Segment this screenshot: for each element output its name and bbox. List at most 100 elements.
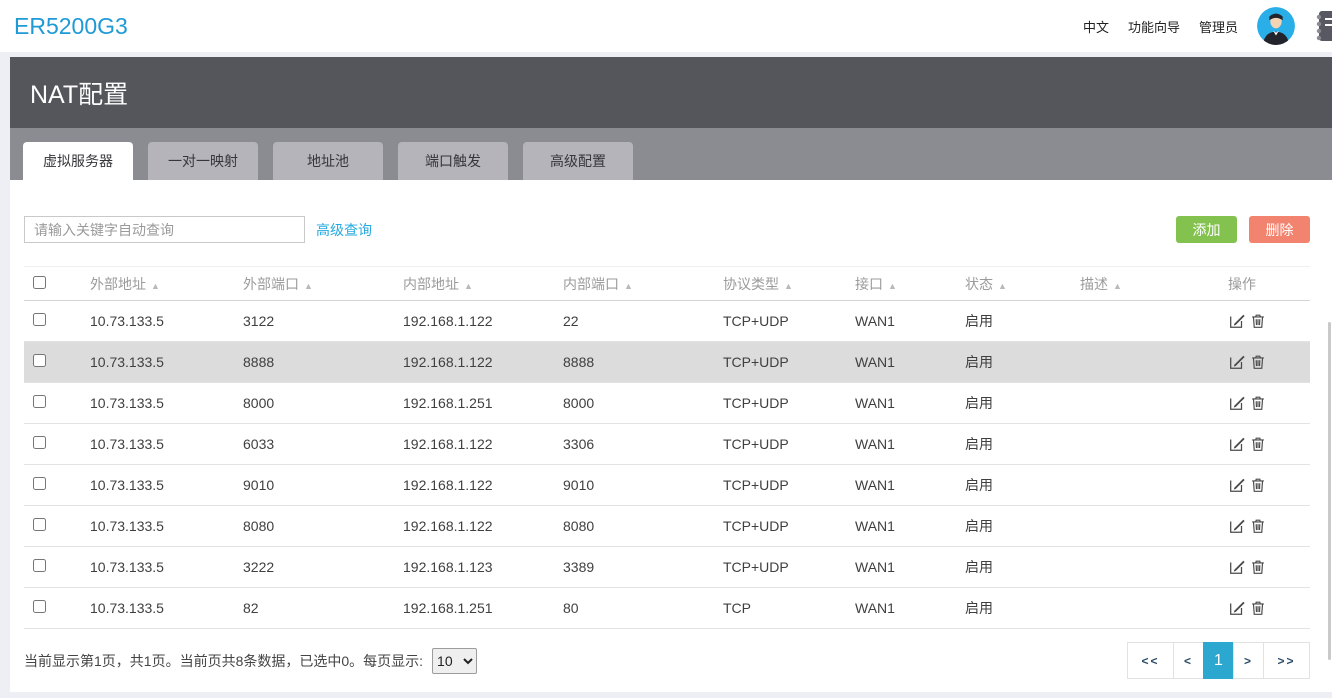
user-avatar-icon[interactable]	[1257, 7, 1295, 45]
trash-icon[interactable]	[1249, 599, 1267, 617]
table-row: 10.73.133.5 8000 192.168.1.251 8000 TCP+UDP W…	[24, 382, 1310, 424]
table-row: 10.73.133.5 82 192.168.1.251 80 TCP WAN1 启用	[24, 587, 1310, 629]
scrollbar[interactable]	[1328, 322, 1331, 660]
search-input[interactable]	[24, 216, 305, 243]
notebook-icon[interactable]	[1314, 9, 1332, 43]
cell-external-port: 8080	[233, 505, 393, 547]
tab-advanced-config[interactable]: 高级配置	[523, 142, 633, 180]
row-checkbox[interactable]	[33, 354, 46, 367]
row-checkbox[interactable]	[33, 559, 46, 572]
trash-icon[interactable]	[1249, 394, 1267, 412]
menu-admin[interactable]: 管理员	[1199, 17, 1238, 36]
edit-icon[interactable]	[1228, 517, 1246, 535]
advanced-search-link[interactable]: 高级查询	[316, 220, 372, 240]
top-bar: ER5200G3 中文 功能向导 管理员	[0, 0, 1332, 52]
cell-external-port: 6033	[233, 423, 393, 465]
cell-status: 启用	[955, 341, 1070, 383]
row-checkbox[interactable]	[33, 600, 46, 613]
row-checkbox[interactable]	[33, 313, 46, 326]
current-page-button[interactable]: 1	[1203, 642, 1234, 679]
cell-external-address: 10.73.133.5	[80, 341, 233, 383]
trash-icon[interactable]	[1249, 312, 1267, 330]
cell-internal-address: 192.168.1.122	[393, 505, 553, 547]
trash-icon[interactable]	[1249, 435, 1267, 453]
col-protocol[interactable]: 协议类型 ▲	[713, 266, 845, 301]
col-external-address[interactable]: 外部地址 ▲	[80, 266, 233, 301]
tab-address-pool[interactable]: 地址池	[273, 142, 383, 180]
col-description[interactable]: 描述 ▲	[1070, 266, 1218, 301]
trash-icon[interactable]	[1249, 558, 1267, 576]
table-header-row: 外部地址 ▲ 外部端口 ▲ 内部地址 ▲ 内部端口 ▲ 协议类型 ▲ 接口 ▲ 状态 ▲ 描述…	[24, 266, 1310, 301]
sort-icon[interactable]: ▲	[464, 281, 473, 291]
edit-icon[interactable]	[1228, 353, 1246, 371]
first-page-button[interactable]: <<	[1127, 642, 1174, 679]
row-checkbox[interactable]	[33, 518, 46, 531]
edit-icon[interactable]	[1228, 599, 1246, 617]
table-row: 10.73.133.5 8080 192.168.1.122 8080 TCP+UDP W…	[24, 505, 1310, 547]
cell-external-address: 10.73.133.5	[80, 300, 233, 342]
cell-description	[1070, 546, 1218, 588]
select-all-checkbox[interactable]	[33, 275, 46, 289]
tab-virtual-server[interactable]: 虚拟服务器	[23, 142, 133, 180]
next-page-button[interactable]: >	[1233, 642, 1264, 679]
edit-icon[interactable]	[1228, 312, 1246, 330]
cell-internal-port: 8000	[553, 382, 713, 424]
menu-language[interactable]: 中文	[1083, 17, 1109, 36]
sort-icon[interactable]: ▲	[998, 281, 1007, 291]
sort-icon[interactable]: ▲	[304, 281, 313, 291]
sort-icon[interactable]: ▲	[1113, 281, 1122, 291]
cell-internal-port: 80	[553, 587, 713, 629]
prev-page-button[interactable]: <	[1173, 642, 1204, 679]
edit-icon[interactable]	[1228, 476, 1246, 494]
cell-protocol: TCP+UDP	[713, 464, 845, 506]
tab-one-to-one-mapping[interactable]: 一对一映射	[148, 142, 258, 180]
sort-icon[interactable]: ▲	[151, 281, 160, 291]
last-page-button[interactable]: >>	[1263, 642, 1310, 679]
row-checkbox[interactable]	[33, 436, 46, 449]
col-internal-port[interactable]: 内部端口 ▲	[553, 266, 713, 301]
cell-interface: WAN1	[845, 546, 955, 588]
col-interface[interactable]: 接口 ▲	[845, 266, 955, 301]
page-size-select[interactable]: 10	[432, 647, 478, 674]
cell-internal-port: 8888	[553, 341, 713, 383]
sort-icon[interactable]: ▲	[784, 281, 793, 291]
trash-icon[interactable]	[1249, 517, 1267, 535]
top-menu: 中文 功能向导 管理员	[1083, 7, 1332, 45]
cell-external-port: 8000	[233, 382, 393, 424]
pager: << < 1 > >>	[1127, 642, 1310, 679]
cell-status: 启用	[955, 505, 1070, 547]
edit-icon[interactable]	[1228, 394, 1246, 412]
cell-description	[1070, 382, 1218, 424]
cell-protocol: TCP+UDP	[713, 505, 845, 547]
tab-strip: 虚拟服务器 一对一映射 地址池 端口触发 高级配置	[10, 128, 1332, 180]
trash-icon[interactable]	[1249, 476, 1267, 494]
row-checkbox[interactable]	[33, 477, 46, 490]
edit-icon[interactable]	[1228, 435, 1246, 453]
trash-icon[interactable]	[1249, 353, 1267, 371]
sort-icon[interactable]: ▲	[624, 281, 633, 291]
cell-status: 启用	[955, 423, 1070, 465]
row-checkbox[interactable]	[33, 395, 46, 408]
cell-description	[1070, 587, 1218, 629]
sort-icon[interactable]: ▲	[888, 281, 897, 291]
toolbar: 高级查询 添加 删除	[24, 216, 1310, 243]
col-external-port[interactable]: 外部端口 ▲	[233, 266, 393, 301]
table-row: 10.73.133.5 3222 192.168.1.123 3389 TCP+UDP W…	[24, 546, 1310, 588]
cell-description	[1070, 341, 1218, 383]
delete-button[interactable]: 删除	[1249, 216, 1310, 243]
cell-internal-address: 192.168.1.251	[393, 587, 553, 629]
cell-internal-address: 192.168.1.122	[393, 341, 553, 383]
add-button[interactable]: 添加	[1176, 216, 1237, 243]
cell-external-address: 10.73.133.5	[80, 587, 233, 629]
edit-icon[interactable]	[1228, 558, 1246, 576]
cell-external-address: 10.73.133.5	[80, 464, 233, 506]
cell-external-port: 3222	[233, 546, 393, 588]
cell-internal-port: 8080	[553, 505, 713, 547]
col-status[interactable]: 状态 ▲	[955, 266, 1070, 301]
cell-description	[1070, 505, 1218, 547]
cell-external-address: 10.73.133.5	[80, 423, 233, 465]
cell-interface: WAN1	[845, 464, 955, 506]
col-internal-address[interactable]: 内部地址 ▲	[393, 266, 553, 301]
menu-wizard[interactable]: 功能向导	[1128, 17, 1180, 36]
tab-port-trigger[interactable]: 端口触发	[398, 142, 508, 180]
